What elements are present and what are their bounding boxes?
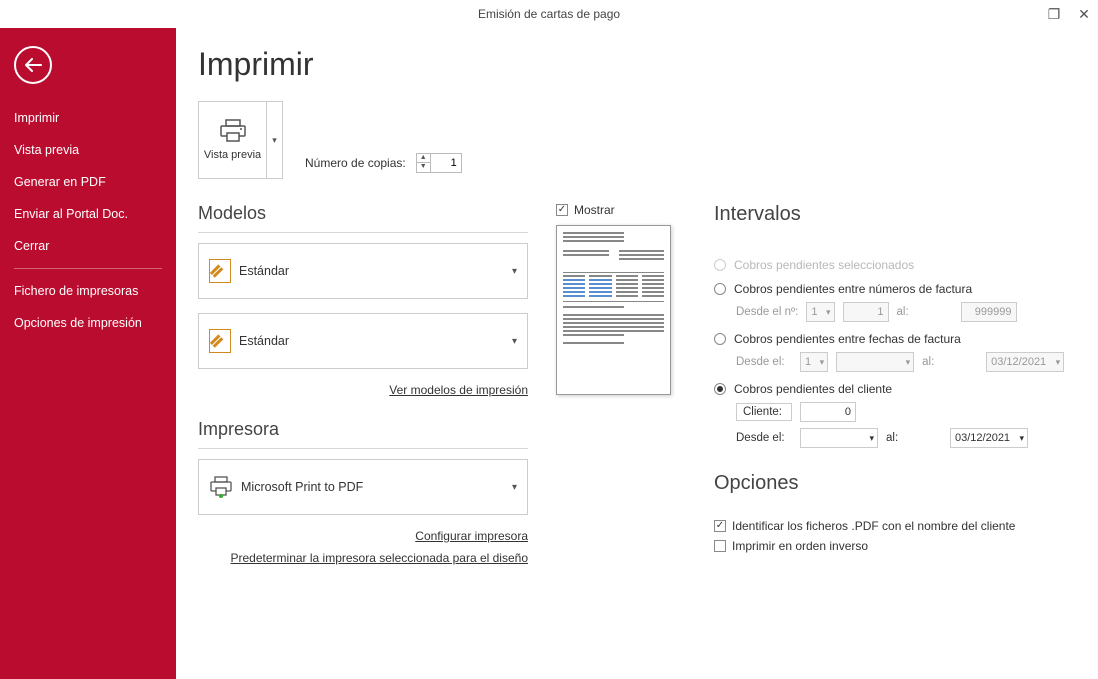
sidebar-item-enviar-portal[interactable]: Enviar al Portal Doc.	[0, 198, 176, 230]
desde-fecha-select[interactable]	[836, 352, 914, 372]
radio-icon	[714, 259, 726, 271]
intervalos-title: Intervalos	[714, 203, 1068, 226]
title-bar: Emisión de cartas de pago ❐ ✕	[0, 0, 1098, 28]
radio-label: Cobros pendientes entre fechas de factur…	[734, 332, 961, 346]
sidebar: Imprimir Vista previa Generar en PDF Env…	[0, 28, 176, 679]
preview-dropdown-button[interactable]: ▾	[266, 102, 282, 178]
impresora-title: Impresora	[198, 419, 528, 440]
preview-thumbnail[interactable]	[556, 225, 671, 395]
hasta-fecha-cliente-select[interactable]: 03/12/2021	[950, 428, 1028, 448]
modelo2-label: Estándar	[239, 334, 289, 348]
mostrar-label: Mostrar	[574, 203, 615, 217]
chevron-down-icon: ▾	[512, 336, 517, 347]
page-title: Imprimir	[198, 46, 1078, 83]
sidebar-item-label: Cerrar	[14, 239, 49, 253]
orden-inverso-checkbox[interactable]	[714, 540, 726, 552]
cliente-input[interactable]	[800, 402, 856, 422]
sidebar-item-fichero-impresoras[interactable]: Fichero de impresoras	[0, 275, 176, 307]
sidebar-item-label: Generar en PDF	[14, 175, 106, 189]
sidebar-item-opciones-impresion[interactable]: Opciones de impresión	[0, 307, 176, 339]
sidebar-item-cerrar[interactable]: Cerrar	[0, 230, 176, 262]
copies-label: Número de copias:	[305, 156, 406, 170]
impresora-dropdown[interactable]: Microsoft Print to PDF ▾	[198, 459, 528, 515]
modelo1-dropdown[interactable]: Estándar ▾	[198, 243, 528, 299]
spinner-up-icon[interactable]: ▲	[417, 154, 430, 163]
radio-cobros-cliente[interactable]: Cobros pendientes del cliente	[714, 382, 1068, 396]
radio-icon	[714, 283, 726, 295]
identificar-pdf-checkbox[interactable]	[714, 520, 726, 532]
radio-cobros-numeros[interactable]: Cobros pendientes entre números de factu…	[714, 282, 1068, 296]
window-title: Emisión de cartas de pago	[478, 7, 620, 21]
mostrar-checkbox[interactable]	[556, 204, 568, 216]
opciones-title: Opciones	[714, 472, 1068, 495]
printer-icon	[219, 119, 247, 143]
identificar-pdf-label: Identificar los ficheros .PDF con el nom…	[732, 519, 1015, 533]
desde-fecha-label: Desde el:	[736, 356, 792, 368]
maximize-icon[interactable]: ❐	[1044, 0, 1064, 28]
hasta-fecha-select[interactable]: 03/12/2021	[986, 352, 1064, 372]
copies-input[interactable]	[431, 154, 461, 172]
al-label: al:	[886, 432, 942, 444]
sidebar-separator	[14, 268, 162, 269]
desde-fecha-serie-select[interactable]: 1	[800, 352, 828, 372]
sidebar-item-generar-pdf[interactable]: Generar en PDF	[0, 166, 176, 198]
impresora-label: Microsoft Print to PDF	[241, 480, 363, 494]
main-panel: Imprimir Vista previa ▾ Número de copias…	[176, 28, 1098, 679]
desde-fecha-cliente-select[interactable]	[800, 428, 878, 448]
sidebar-item-label: Vista previa	[14, 143, 79, 157]
sidebar-item-label: Fichero de impresoras	[14, 284, 138, 298]
sidebar-item-vista-previa[interactable]: Vista previa	[0, 134, 176, 166]
orden-inverso-label: Imprimir en orden inverso	[732, 539, 868, 553]
modelo1-label: Estándar	[239, 264, 289, 278]
radio-cobros-seleccionados: Cobros pendientes seleccionados	[714, 258, 1068, 272]
preview-button-label: Vista previa	[204, 149, 261, 161]
close-icon[interactable]: ✕	[1074, 0, 1094, 28]
desde-fecha-cliente-label: Desde el:	[736, 432, 792, 444]
al-label: al:	[922, 356, 978, 368]
predeterminar-impresora-link[interactable]: Predeterminar la impresora seleccionada …	[198, 551, 528, 565]
sidebar-item-label: Enviar al Portal Doc.	[14, 207, 128, 221]
sidebar-item-label: Opciones de impresión	[14, 316, 142, 330]
vista-previa-button[interactable]: Vista previa ▾	[198, 101, 283, 179]
copies-spinner[interactable]: ▲▼	[416, 153, 462, 173]
back-button[interactable]	[14, 46, 52, 84]
desde-numero-input[interactable]	[843, 302, 889, 322]
desde-numero-label: Desde el nº:	[736, 306, 798, 318]
chevron-down-icon: ▾	[512, 266, 517, 277]
radio-label: Cobros pendientes del cliente	[734, 382, 892, 396]
ver-modelos-link[interactable]: Ver modelos de impresión	[198, 383, 528, 397]
chevron-down-icon: ▾	[512, 482, 517, 493]
radio-label: Cobros pendientes entre números de factu…	[734, 282, 972, 296]
document-icon	[209, 259, 231, 283]
radio-icon	[714, 383, 726, 395]
hasta-numero-input[interactable]	[961, 302, 1017, 322]
radio-label: Cobros pendientes seleccionados	[734, 258, 914, 272]
spinner-down-icon[interactable]: ▼	[417, 163, 430, 172]
modelo2-dropdown[interactable]: Estándar ▾	[198, 313, 528, 369]
radio-icon	[714, 333, 726, 345]
document-icon	[209, 329, 231, 353]
al-label: al:	[897, 306, 953, 318]
sidebar-item-imprimir[interactable]: Imprimir	[0, 102, 176, 134]
configurar-impresora-link[interactable]: Configurar impresora	[198, 529, 528, 543]
modelos-title: Modelos	[198, 203, 528, 224]
printer-ready-icon	[209, 476, 233, 498]
desde-numero-serie-select[interactable]: 1	[806, 302, 834, 322]
sidebar-item-label: Imprimir	[14, 111, 59, 125]
cliente-label: Cliente:	[736, 403, 792, 421]
radio-cobros-fechas[interactable]: Cobros pendientes entre fechas de factur…	[714, 332, 1068, 346]
